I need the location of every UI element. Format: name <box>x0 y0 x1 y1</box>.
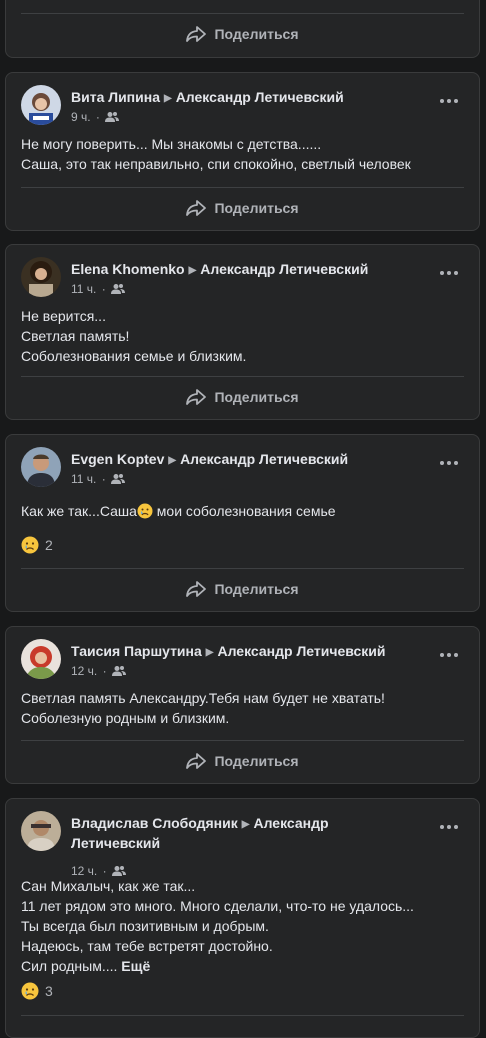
author-name[interactable]: Владислав Слободяник <box>71 815 238 831</box>
crying-emoji-icon <box>137 503 153 519</box>
post-text: Светлая память Александру.Тебя нам будет… <box>21 688 464 728</box>
more-dots-icon[interactable] <box>437 263 461 283</box>
avatar[interactable] <box>21 447 61 487</box>
share-label: Поделиться <box>214 753 299 769</box>
post-text-line: Сил родным.... Ещё <box>21 956 464 976</box>
share-arrow-icon <box>186 26 207 42</box>
post-time[interactable]: 9 ч. <box>71 110 91 124</box>
reactions-summary[interactable]: 2 <box>21 536 53 554</box>
post-card: Таисия Паршутина ▶ Александр Летичевский 1… <box>5 626 480 784</box>
target-name-cont[interactable]: Летичевский <box>71 835 160 851</box>
post-text-line: Светлая память! <box>21 328 130 344</box>
share-button[interactable]: Поделиться <box>21 572 464 606</box>
triangle-right-icon: ▶ <box>188 265 197 276</box>
post-header-names: Владислав Слободяник ▶ Александр Летичевск… <box>71 814 424 853</box>
share-arrow-icon <box>186 753 207 769</box>
post-meta: 11 ч. · <box>71 471 126 487</box>
post-card-partial: Поделиться <box>5 0 480 58</box>
divider <box>21 187 464 188</box>
post-card: Elena Khomenko ▶ Александр Летичевский 11 … <box>5 244 480 420</box>
avatar[interactable] <box>21 811 61 851</box>
post-header-names: Вита Липина ▶ Александр Летичевский <box>71 88 424 108</box>
post-text-line: 11 лет рядом это много. Много сделали, ч… <box>21 898 414 914</box>
friends-icon <box>111 474 126 484</box>
more-dots-icon[interactable] <box>437 91 461 111</box>
post-time[interactable]: 12 ч. <box>71 664 97 678</box>
post-header-names: Таисия Паршутина ▶ Александр Летичевский <box>71 642 424 662</box>
post-card: Владислав Слободяник ▶ Александр Летичевск… <box>5 798 480 1038</box>
post-text-line: Саша, это так неправильно, спи спокойно,… <box>21 156 411 172</box>
post-meta: 9 ч. · <box>71 109 120 125</box>
author-name[interactable]: Elena Khomenko <box>71 261 185 277</box>
avatar[interactable] <box>21 85 61 125</box>
post-header-names: Elena Khomenko ▶ Александр Летичевский <box>71 260 424 280</box>
target-name[interactable]: Александр Летичевский <box>200 261 368 277</box>
post-text-line: Светлая память Александру.Тебя нам будет… <box>21 690 385 706</box>
post-time[interactable]: 11 ч. <box>71 282 96 296</box>
divider <box>21 1015 464 1016</box>
target-name[interactable]: Александр <box>253 815 328 831</box>
post-card: Evgen Koptev ▶ Александр Летичевский 11 ч.… <box>5 434 480 612</box>
post-text-line: Не верится... <box>21 308 106 324</box>
target-name[interactable]: Александр Летичевский <box>180 451 348 467</box>
share-label: Поделиться <box>214 389 299 405</box>
post-text-line: Соболезную родным и близким. <box>21 710 230 726</box>
post-meta: 12 ч. · <box>71 663 126 679</box>
share-label: Поделиться <box>214 26 299 42</box>
friends-icon <box>111 666 126 676</box>
more-dots-icon[interactable] <box>437 645 461 665</box>
more-dots-icon[interactable] <box>437 453 461 473</box>
post-text: Как же так...Саша мои соболезнования сем… <box>21 501 464 521</box>
post-text-line: Ты всегда был позитивным и добрым. <box>21 918 269 934</box>
friends-icon <box>111 284 126 294</box>
reaction-count: 3 <box>45 983 53 999</box>
more-dots-icon[interactable] <box>437 817 461 837</box>
avatar[interactable] <box>21 639 61 679</box>
post-text-line: Соболезнования семье и близким. <box>21 348 247 364</box>
sad-reaction-icon <box>21 536 39 554</box>
author-name[interactable]: Вита Липина <box>71 89 160 105</box>
post-card: Вита Липина ▶ Александр Летичевский 9 ч. ·… <box>5 72 480 231</box>
triangle-right-icon: ▶ <box>168 455 177 466</box>
divider <box>21 740 464 741</box>
post-text: Не могу поверить... Мы знакомы с детства… <box>21 134 464 174</box>
friends-icon <box>105 112 120 122</box>
share-button[interactable]: Поделиться <box>21 380 464 414</box>
post-text-line: Как же так...Саша мои соболезнования сем… <box>21 501 464 521</box>
post-text-part: мои соболезнования семье <box>152 503 336 519</box>
avatar[interactable] <box>21 257 61 297</box>
share-button[interactable]: Поделиться <box>21 191 464 225</box>
share-button[interactable]: Поделиться <box>21 17 464 51</box>
post-text: Не верится... Светлая память! Соболезнов… <box>21 306 464 366</box>
post-text-part: Сил родным.... <box>21 958 118 974</box>
post-text: Сан Михалыч, как же так... 11 лет рядом … <box>21 876 464 976</box>
post-time[interactable]: 11 ч. <box>71 472 96 486</box>
target-name[interactable]: Александр Летичевский <box>176 89 344 105</box>
share-label: Поделиться <box>214 581 299 597</box>
triangle-right-icon: ▶ <box>241 819 250 830</box>
share-arrow-icon <box>186 581 207 597</box>
triangle-right-icon: ▶ <box>163 93 172 104</box>
share-button[interactable]: Поделиться <box>21 744 464 778</box>
divider <box>21 13 464 14</box>
sad-reaction-icon <box>21 982 39 1000</box>
triangle-right-icon: ▶ <box>205 647 214 658</box>
post-text-line: Надеюсь, там тебе встретят достойно. <box>21 938 273 954</box>
post-text-line: Сан Михалыч, как же так... <box>21 878 196 894</box>
post-meta: 11 ч. · <box>71 281 126 297</box>
target-name[interactable]: Александр Летичевский <box>217 643 385 659</box>
post-text-part: Как же так...Саша <box>21 503 137 519</box>
author-name[interactable]: Таисия Паршутина <box>71 643 202 659</box>
divider <box>21 568 464 569</box>
post-text-line: Не могу поверить... Мы знакомы с детства… <box>21 136 322 152</box>
share-label: Поделиться <box>214 200 299 216</box>
post-header-names: Evgen Koptev ▶ Александр Летичевский <box>71 450 424 470</box>
author-name[interactable]: Evgen Koptev <box>71 451 164 467</box>
reaction-count: 2 <box>45 537 53 553</box>
divider <box>21 376 464 377</box>
reactions-summary[interactable]: 3 <box>21 982 53 1000</box>
see-more-link[interactable]: Ещё <box>121 958 150 974</box>
share-arrow-icon <box>186 389 207 405</box>
share-arrow-icon <box>186 200 207 216</box>
